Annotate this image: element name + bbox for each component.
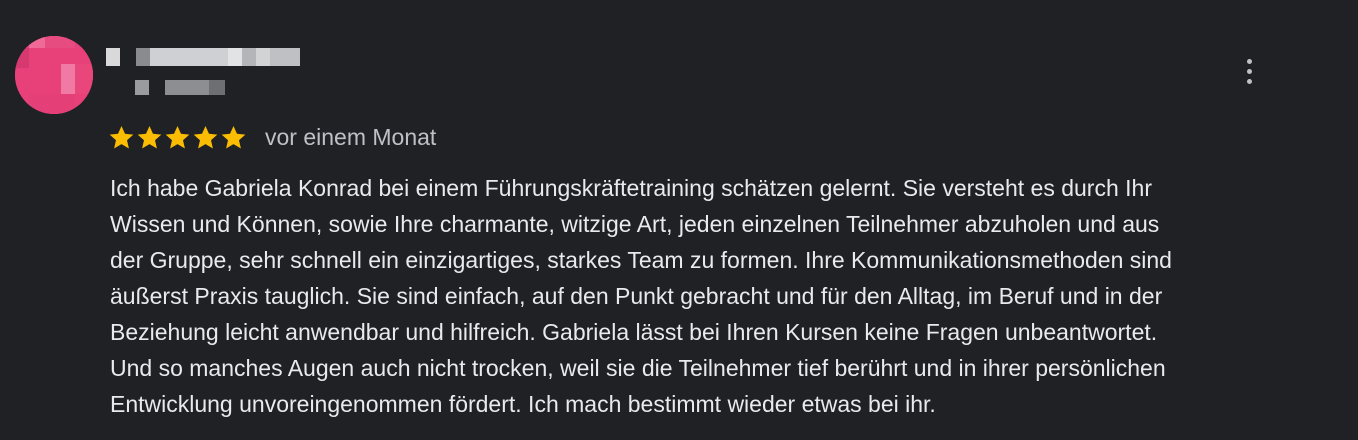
star-icon [221, 125, 246, 149]
star-icon [137, 125, 162, 149]
author-meta-redacted [135, 80, 225, 95]
review-text-line: Ich habe Gabriela Konrad bei einem Führu… [110, 175, 1152, 201]
star-icon [109, 125, 134, 149]
review-time: vor einem Monat [265, 123, 437, 150]
review-text-line: Und so manches Augen auch nicht trocken,… [110, 355, 1166, 381]
avatar[interactable] [15, 36, 93, 114]
star-icon [193, 125, 218, 149]
review-card: vor einem Monat Ich habe Gabriela Konrad… [0, 0, 1358, 440]
review-text-line: Entwicklung unvoreingenommen fördert. Ic… [110, 391, 936, 417]
more-vert-icon [1246, 58, 1252, 64]
review-text-line: Wissen und Können, sowie Ihre charmante,… [110, 211, 1160, 237]
more-options-button[interactable] [1230, 52, 1268, 90]
review-text: Ich habe Gabriela Konrad bei einem Führu… [110, 170, 1330, 422]
star-rating [108, 124, 247, 151]
review-text-line: äußerst Praxis tauglich. Sie sind einfac… [110, 283, 1163, 309]
review-text-line: der Gruppe, sehr schnell ein einzigartig… [110, 247, 1172, 273]
star-icon [165, 125, 190, 149]
review-text-line: Beziehung leicht anwendbar und hilfreich… [110, 319, 1158, 345]
rating-row: vor einem Monat [108, 122, 436, 152]
author-name-redacted[interactable] [106, 48, 300, 66]
